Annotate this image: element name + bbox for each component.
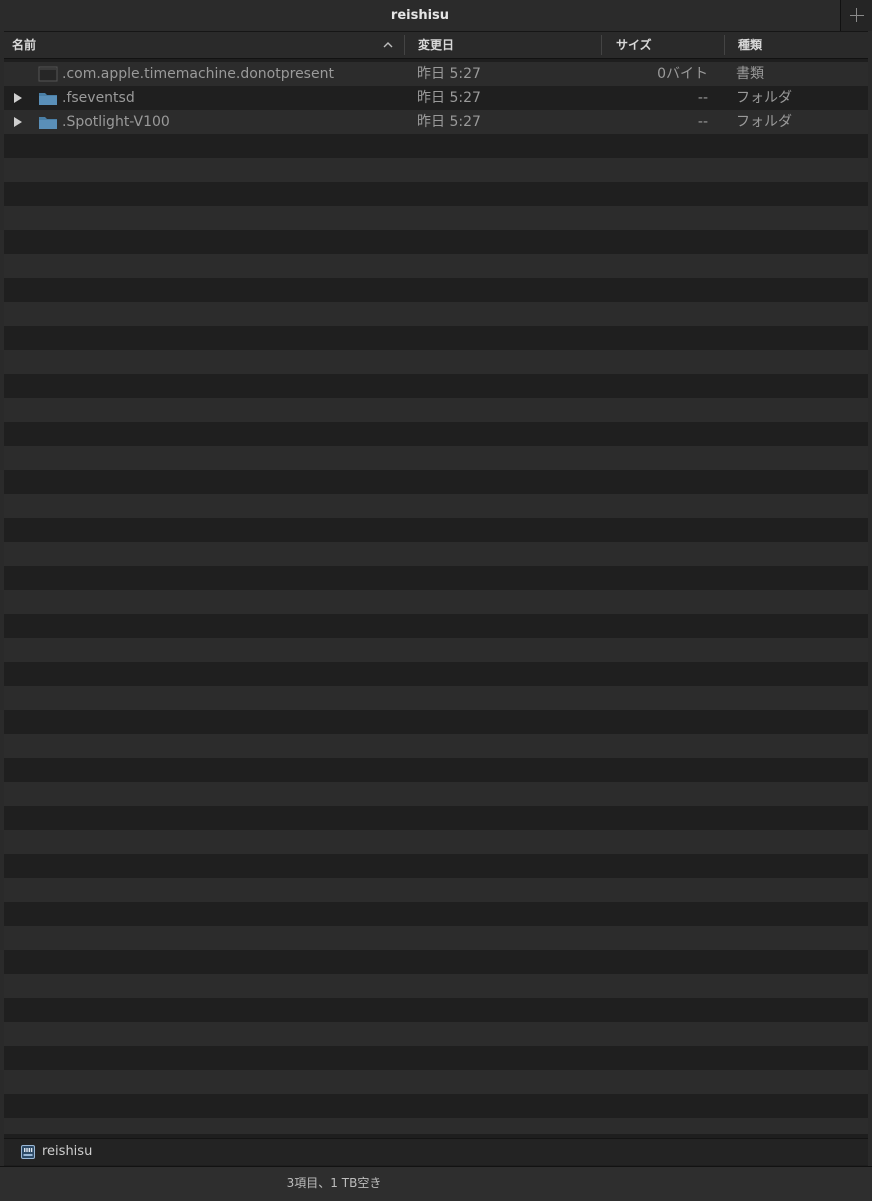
tab-bar: reishisu [0,0,872,32]
column-separator[interactable] [404,35,405,55]
window-title[interactable]: reishisu [0,0,840,31]
column-header-name[interactable]: 名前 [12,32,402,58]
folder-icon [39,117,57,129]
file-modified: 昨日 5:27 [417,66,481,82]
new-tab-button[interactable] [841,0,872,31]
folder-name[interactable]: .fseventsd [62,86,135,110]
file-list[interactable]: .com.apple.timemachine.donotpresent 昨日 5… [4,62,868,1134]
column-separator[interactable] [724,35,725,55]
path-volume-label[interactable]: reishisu [42,1139,92,1165]
plus-icon-vertical [856,8,857,22]
column-header-modified[interactable]: 変更日 [418,32,598,58]
folder-modified: 昨日 5:27 [417,114,481,130]
folder-modified: 昨日 5:27 [417,90,481,106]
path-bar: reishisu [4,1138,868,1165]
window-right-border [868,31,872,1166]
folder-kind: フォルダ [736,90,792,106]
finder-window: reishisu 名前 変更日 サイズ 種類 .com.apple.timema… [0,0,872,1201]
disclosure-triangle-icon[interactable] [14,117,22,127]
column-header-size[interactable]: サイズ [616,32,716,58]
column-separator[interactable] [601,35,602,55]
folder-size: -- [697,114,708,130]
folder-name[interactable]: .Spotlight-V100 [62,110,170,134]
folder-row[interactable]: .fseventsd 昨日 5:27 -- フォルダ [4,86,868,110]
disclosure-triangle-icon[interactable] [14,93,22,103]
file-row[interactable]: .com.apple.timemachine.donotpresent 昨日 5… [4,62,868,86]
document-icon [38,66,58,82]
folder-size: -- [697,90,708,106]
status-bar: 3項目、1 TB空き [0,1166,872,1201]
external-drive-icon[interactable] [20,1144,36,1160]
column-header-kind[interactable]: 種類 [738,32,858,58]
file-name[interactable]: .com.apple.timemachine.donotpresent [62,62,334,86]
plus-icon [850,15,864,16]
folder-icon [39,93,57,105]
folder-row[interactable]: .Spotlight-V100 昨日 5:27 -- フォルダ [4,110,868,134]
file-size: 0バイト [657,66,708,82]
folder-kind: フォルダ [736,114,792,130]
column-header-row: 名前 変更日 サイズ 種類 [4,32,868,59]
chevron-up-icon[interactable] [382,39,394,51]
file-kind: 書類 [736,66,764,82]
status-text: 3項目、1 TB空き [286,1176,382,1190]
